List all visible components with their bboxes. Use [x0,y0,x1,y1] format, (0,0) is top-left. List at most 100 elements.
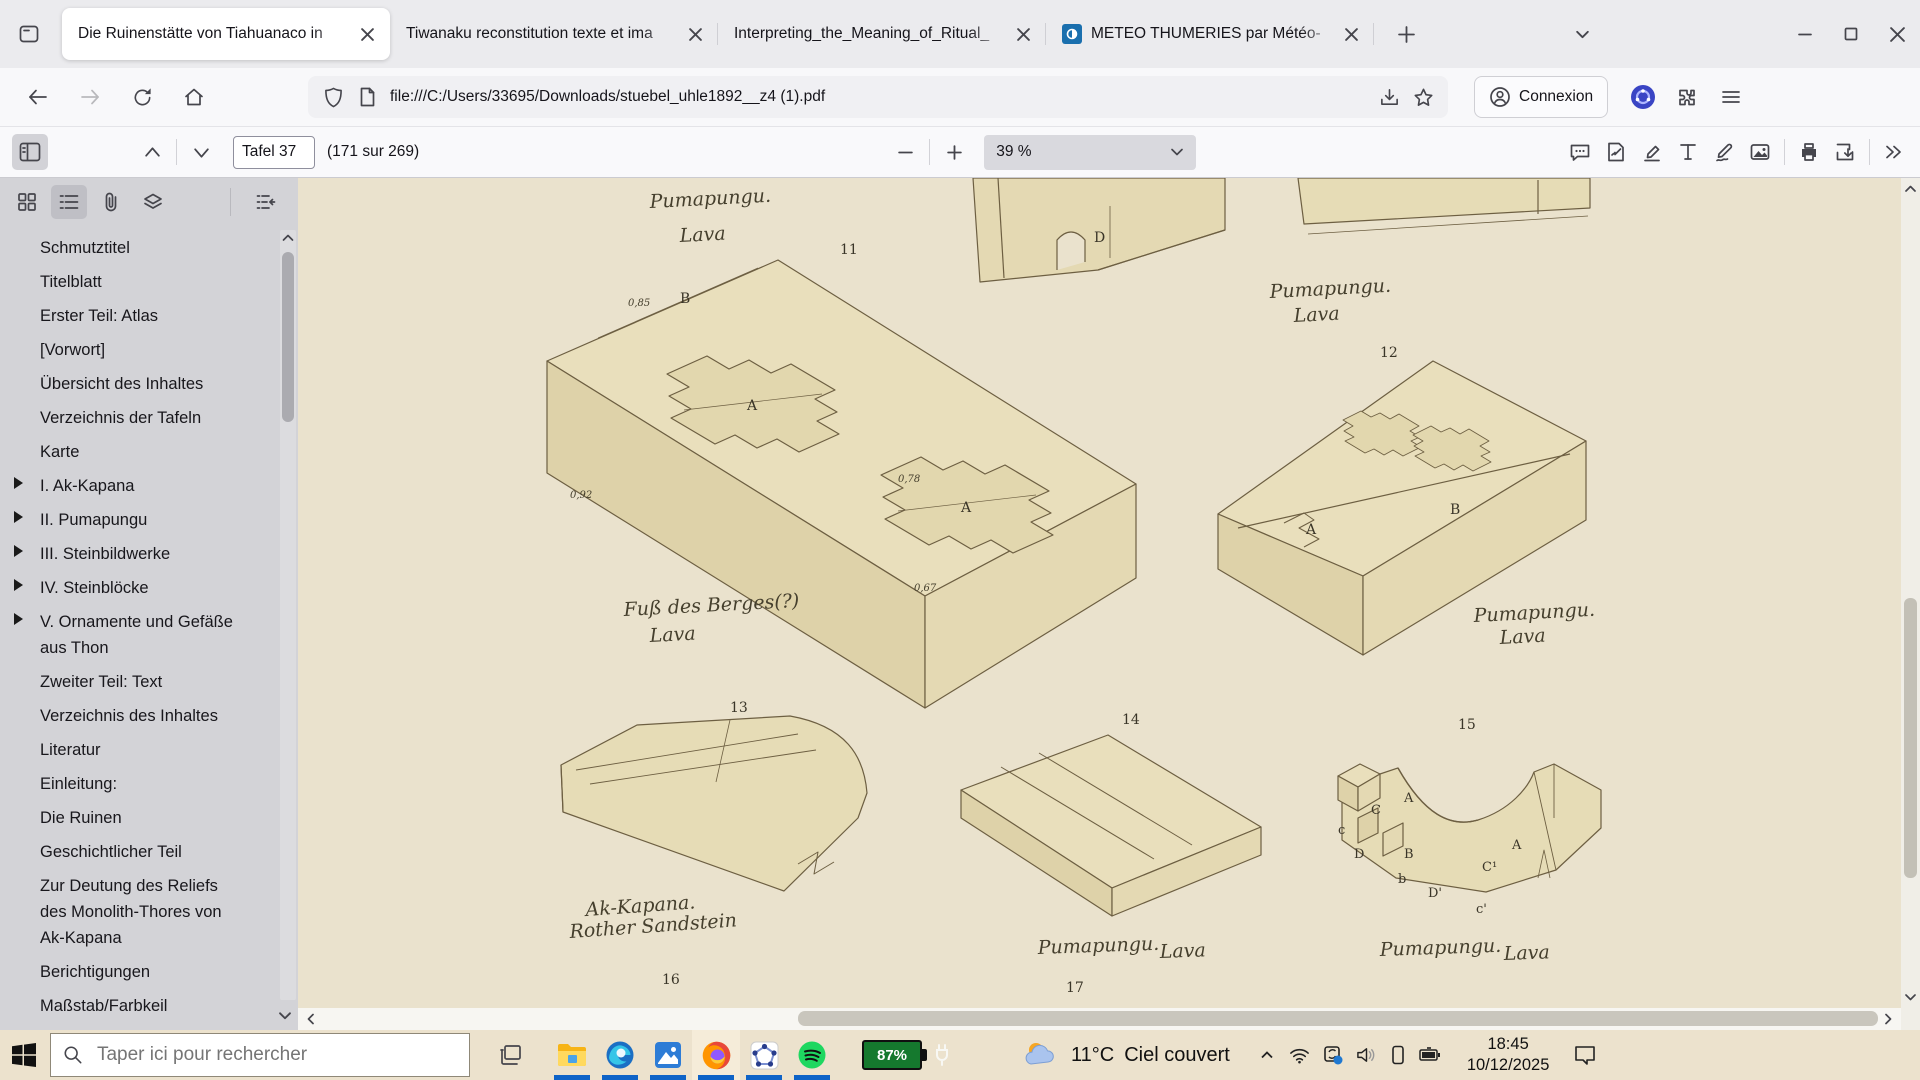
edge-icon[interactable] [596,1030,644,1080]
outline-item[interactable]: Die Ruinen [0,801,298,835]
extension-badge-icon[interactable] [1626,80,1660,114]
zoom-out-button[interactable] [887,134,923,170]
shield-icon[interactable] [316,80,350,114]
expand-arrow-icon[interactable] [14,545,23,557]
outline-item[interactable]: V. Ornamente und Gefäße aus Thon [0,605,298,665]
page-number-input[interactable] [233,136,315,169]
search-input[interactable] [95,1043,457,1067]
outline-item[interactable]: Literatur [0,733,298,767]
clock-widget[interactable]: 18:45 10/12/2025 [1467,1034,1550,1076]
outline-item[interactable]: Erster Teil: Atlas [0,299,298,333]
outline-item[interactable]: Berichtigungen [0,955,298,989]
vertical-scrollbar[interactable] [1901,178,1920,1008]
outline-item[interactable]: Titelblatt [0,265,298,299]
tray-battery-icon[interactable] [1419,1047,1441,1063]
download-icon[interactable] [1372,80,1406,114]
url-bar[interactable]: file:///C:/Users/33695/Downloads/stuebel… [308,76,1448,118]
insert-image-button[interactable] [1742,134,1778,170]
expand-arrow-icon[interactable] [14,579,23,591]
hidden-icons-chevron[interactable] [1258,1046,1276,1064]
annotation-comment-button[interactable] [1562,134,1598,170]
outline-item[interactable]: II. Pumapungu [0,503,298,537]
pdf-page-view[interactable]: 11 12 13 14 15 16 17 B A A D B A A C c D… [298,178,1920,1030]
current-outline-item-button[interactable] [248,185,284,219]
outline-item[interactable]: Karte [0,435,298,469]
home-button[interactable] [176,79,212,115]
firefox-icon[interactable] [692,1030,740,1080]
list-all-tabs-button[interactable] [1564,16,1600,52]
more-tools-button[interactable] [1876,134,1912,170]
forward-button[interactable] [72,79,108,115]
wifi-icon[interactable] [1289,1046,1310,1064]
outline-item[interactable]: Schmutztitel [0,231,298,265]
taskbar-search[interactable] [50,1033,470,1077]
outline-item[interactable]: Zur Deutung des Reliefs des Monolith-Tho… [0,869,298,955]
photos-icon[interactable] [644,1030,692,1080]
horizontal-scrollbar[interactable] [298,1008,1901,1030]
scroll-left-icon[interactable] [304,1012,318,1026]
tab-close-icon[interactable] [354,21,380,47]
extensions-puzzle-icon[interactable] [1670,80,1704,114]
print-button[interactable] [1791,134,1827,170]
page-info-icon[interactable] [350,80,384,114]
tab-close-icon[interactable] [1338,21,1364,47]
tab-close-icon[interactable] [682,21,708,47]
sidebar-scrollbar[interactable] [280,230,296,1000]
toggle-sidebar-button[interactable] [12,134,48,170]
connexion-button[interactable]: Connexion [1474,76,1608,118]
outline-item[interactable]: I. Ak-Kapana [0,469,298,503]
new-tab-button[interactable] [1388,16,1424,52]
horizontal-scroll-thumb[interactable] [798,1011,1878,1026]
weather-widget[interactable]: 11°C Ciel couvert [1023,1040,1230,1070]
battery-widget[interactable]: 87% [862,1040,951,1070]
outline-item[interactable]: Verzeichnis des Inhaltes [0,699,298,733]
reload-button[interactable] [124,79,160,115]
zoom-in-button[interactable] [936,134,972,170]
file-explorer-icon[interactable] [548,1030,596,1080]
highlighter-button[interactable] [1634,134,1670,170]
attachments-view-button[interactable] [93,185,129,219]
outline-item[interactable]: Maßstab/Farbkeil [0,989,298,1023]
save-button[interactable] [1827,134,1863,170]
previous-page-button[interactable] [134,134,170,170]
geogebra-icon[interactable] [740,1030,788,1080]
outline-view-button[interactable] [51,185,87,219]
start-button[interactable] [0,1030,48,1080]
back-button[interactable] [20,79,56,115]
scroll-down-icon[interactable] [1901,990,1920,1004]
outline-item[interactable]: Einleitung: [0,767,298,801]
volume-icon[interactable] [1356,1046,1377,1064]
outline-item[interactable]: [Vorwort] [0,333,298,367]
tab-close-icon[interactable] [1010,21,1036,47]
close-window-button[interactable] [1874,14,1920,54]
menu-hamburger-icon[interactable] [1714,80,1748,114]
notification-center-button[interactable] [1561,1030,1609,1080]
phone-link-icon[interactable] [1390,1045,1406,1065]
expand-arrow-icon[interactable] [14,511,23,523]
next-page-button[interactable] [183,134,219,170]
draw-pencil-button[interactable] [1706,134,1742,170]
signature-button[interactable] [1598,134,1634,170]
outline-item[interactable]: Zweiter Teil: Text [0,665,298,699]
sidebar-scroll-thumb[interactable] [282,252,294,422]
vertical-scroll-thumb[interactable] [1904,598,1917,878]
minimize-button[interactable] [1782,14,1828,54]
outline-item[interactable]: Geschichtlicher Teil [0,835,298,869]
tab-meteo[interactable]: METEO THUMERIES par Météo- [1046,8,1374,60]
add-text-button[interactable] [1670,134,1706,170]
bookmark-star-icon[interactable] [1406,80,1440,114]
scroll-up-icon[interactable] [1901,182,1920,196]
outline-item[interactable]: IV. Steinblöcke [0,571,298,605]
firefox-view-button[interactable] [10,15,48,53]
outline-item[interactable]: III. Steinbildwerke [0,537,298,571]
scroll-right-icon[interactable] [1881,1012,1895,1026]
tab-interpreting[interactable]: Interpreting_the_Meaning_of_Ritual_ [718,8,1046,60]
outline-item[interactable]: Übersicht des Inhaltes [0,367,298,401]
layers-view-button[interactable] [135,185,171,219]
task-view-button[interactable] [486,1030,534,1080]
expand-arrow-icon[interactable] [14,477,23,489]
tab-tiwanaku[interactable]: Tiwanaku reconstitution texte et ima [390,8,718,60]
maximize-button[interactable] [1828,14,1874,54]
sync-status-icon[interactable] [1323,1045,1343,1065]
spotify-icon[interactable] [788,1030,836,1080]
